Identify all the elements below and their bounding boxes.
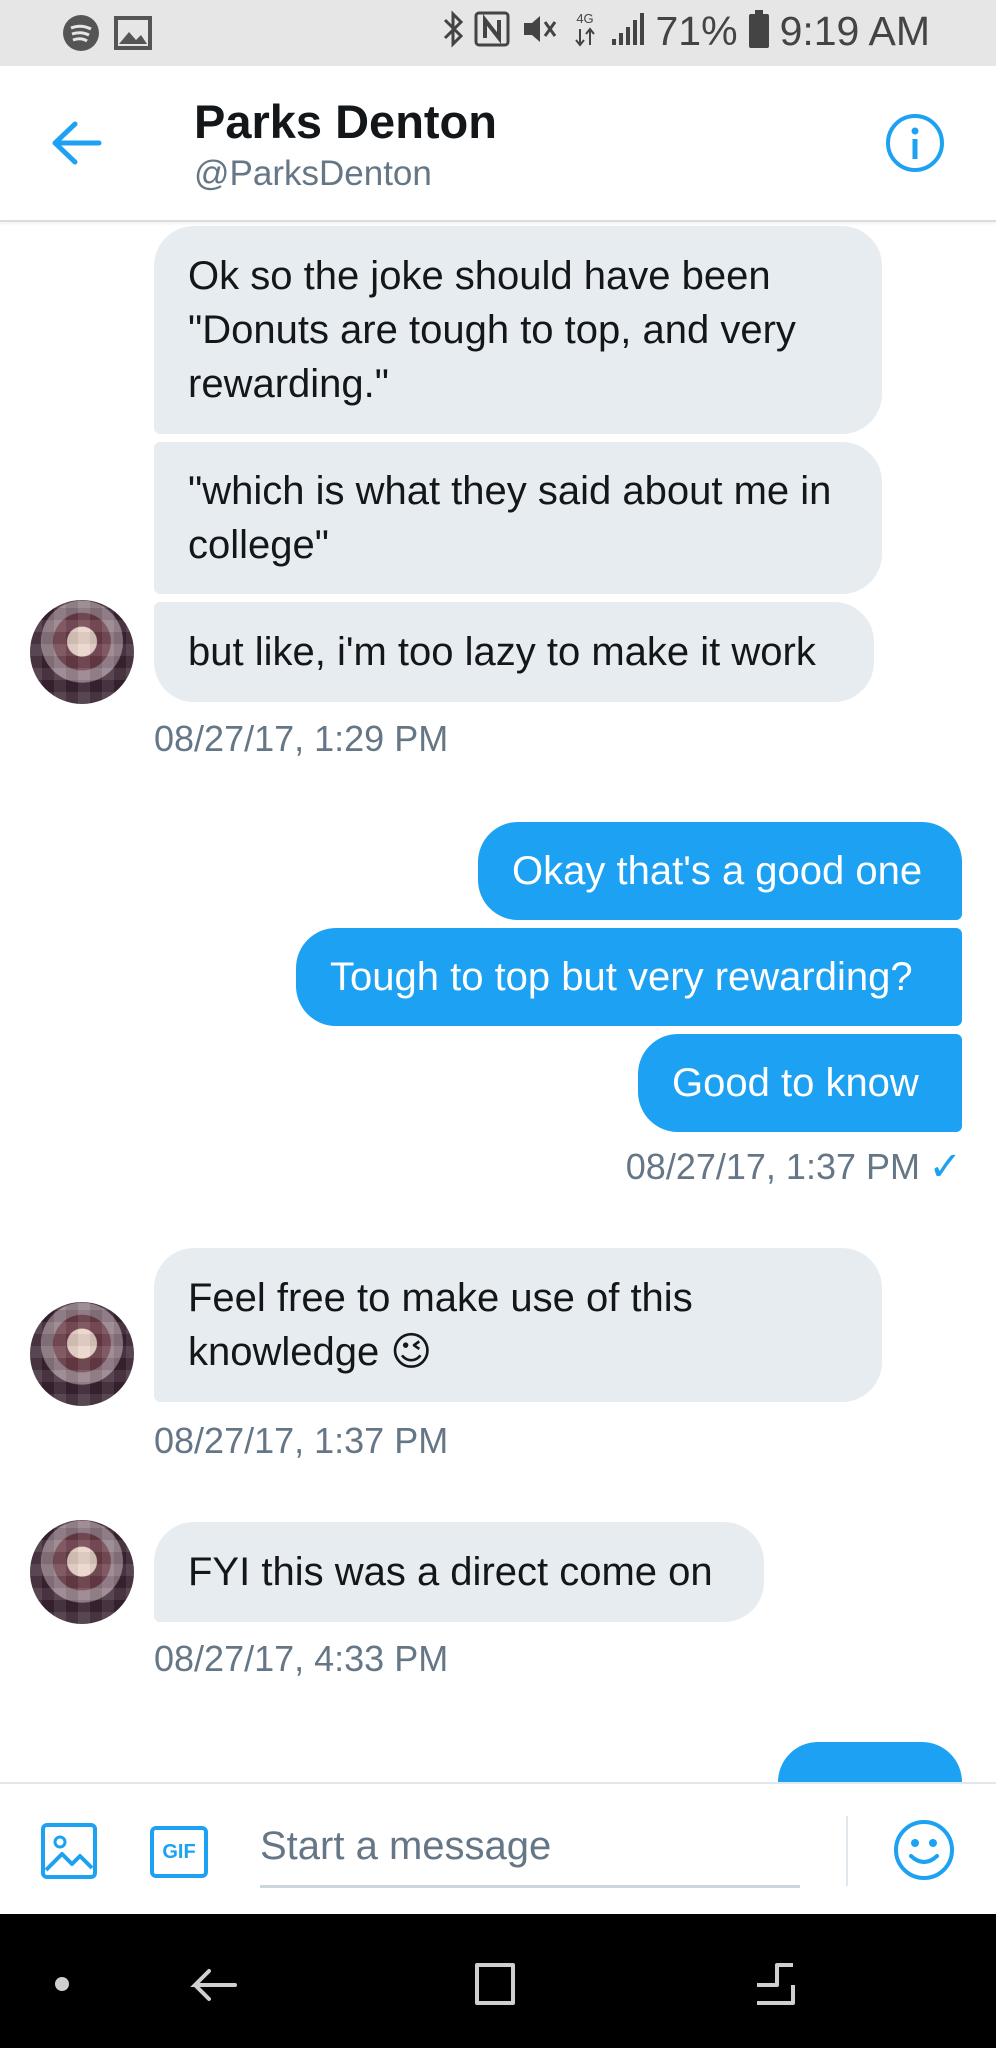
avatar[interactable] bbox=[30, 1302, 134, 1406]
system-nav-bar bbox=[0, 1914, 996, 2048]
network-label: 4G bbox=[576, 11, 593, 26]
add-photo-button[interactable] bbox=[40, 1822, 98, 1880]
nav-recents-button[interactable] bbox=[744, 1954, 804, 2014]
message-bubble[interactable]: FYI this was a direct come on bbox=[154, 1522, 764, 1622]
nav-dot-button[interactable] bbox=[32, 1954, 92, 2014]
gif-label: GIF bbox=[162, 1840, 196, 1863]
read-check-icon: ✓ bbox=[928, 1145, 962, 1189]
back-nav-icon bbox=[190, 1969, 237, 2001]
nfc-icon bbox=[474, 11, 510, 52]
composer-divider bbox=[846, 1816, 848, 1886]
info-icon bbox=[886, 114, 944, 172]
home-square-icon bbox=[475, 1963, 515, 2005]
message-bubble[interactable]: Ok so the joke should have been "Donuts … bbox=[154, 226, 882, 434]
message-timestamp: 08/27/17, 4:33 PM bbox=[154, 1638, 449, 1679]
gallery-icon bbox=[114, 16, 152, 55]
bluetooth-icon bbox=[442, 9, 464, 54]
message-text: Feel free to make use of this knowledge … bbox=[188, 1276, 693, 1374]
spotify-icon bbox=[62, 14, 100, 57]
message-bubble[interactable]: Feel free to make use of this knowledge … bbox=[154, 1248, 882, 1402]
conversation-header: Parks Denton @ParksDenton bbox=[0, 66, 996, 222]
dot-icon bbox=[55, 1977, 69, 1991]
contact-name[interactable]: Parks Denton bbox=[194, 94, 497, 149]
battery-percent: 71% bbox=[655, 8, 738, 54]
message-bubble[interactable]: Good to know bbox=[638, 1034, 962, 1132]
back-button[interactable] bbox=[44, 110, 110, 176]
avatar[interactable] bbox=[30, 600, 134, 704]
nav-back-button[interactable] bbox=[184, 1954, 244, 2014]
message-composer: GIF bbox=[0, 1782, 996, 1914]
message-bubble[interactable]: Tough to top but very rewarding? bbox=[296, 928, 962, 1026]
clock: 9:19 AM bbox=[779, 8, 930, 54]
network-icon: 4G bbox=[570, 9, 600, 54]
status-bar: 4G 71% 9:19 AM bbox=[0, 0, 996, 66]
gif-button[interactable]: GIF bbox=[150, 1826, 208, 1878]
smiley-icon bbox=[894, 1820, 954, 1880]
mute-icon bbox=[520, 11, 560, 52]
message-text: Ok so the joke should have been "Donuts … bbox=[188, 254, 796, 406]
image-icon bbox=[41, 1823, 97, 1879]
message-timestamp: 08/27/17, 1:37 PM bbox=[154, 1420, 449, 1461]
battery-icon bbox=[748, 9, 770, 54]
recents-icon bbox=[757, 1963, 795, 2005]
message-timestamp: 08/27/17, 1:37 PM bbox=[626, 1146, 920, 1188]
message-text: Tough to top but very rewarding? bbox=[330, 955, 913, 999]
message-text: Good to know bbox=[672, 1061, 919, 1105]
message-text: "which is what they said about me in col… bbox=[188, 469, 832, 567]
emoji-button[interactable] bbox=[892, 1818, 956, 1882]
message-bubble[interactable]: Okay that's a good one bbox=[478, 822, 962, 920]
message-text: Okay that's a good one bbox=[512, 849, 923, 893]
signal-icon bbox=[610, 11, 646, 52]
avatar[interactable] bbox=[30, 1520, 134, 1624]
message-bubble[interactable]: "which is what they said about me in col… bbox=[154, 442, 882, 594]
message-text: FYI this was a direct come on bbox=[188, 1550, 713, 1594]
back-arrow-icon bbox=[52, 121, 102, 165]
timestamp-text: 08/27/17, 1:37 PM bbox=[625, 1146, 920, 1187]
contact-handle: @ParksDenton bbox=[194, 154, 432, 193]
message-bubble[interactable]: but like, i'm too lazy to make it work bbox=[154, 602, 874, 702]
message-input[interactable] bbox=[260, 1808, 800, 1888]
nav-home-button[interactable] bbox=[464, 1954, 524, 2014]
message-timestamp: 08/27/17, 1:29 PM bbox=[154, 718, 449, 759]
message-text: but like, i'm too lazy to make it work bbox=[188, 630, 816, 674]
info-button[interactable] bbox=[884, 112, 946, 174]
